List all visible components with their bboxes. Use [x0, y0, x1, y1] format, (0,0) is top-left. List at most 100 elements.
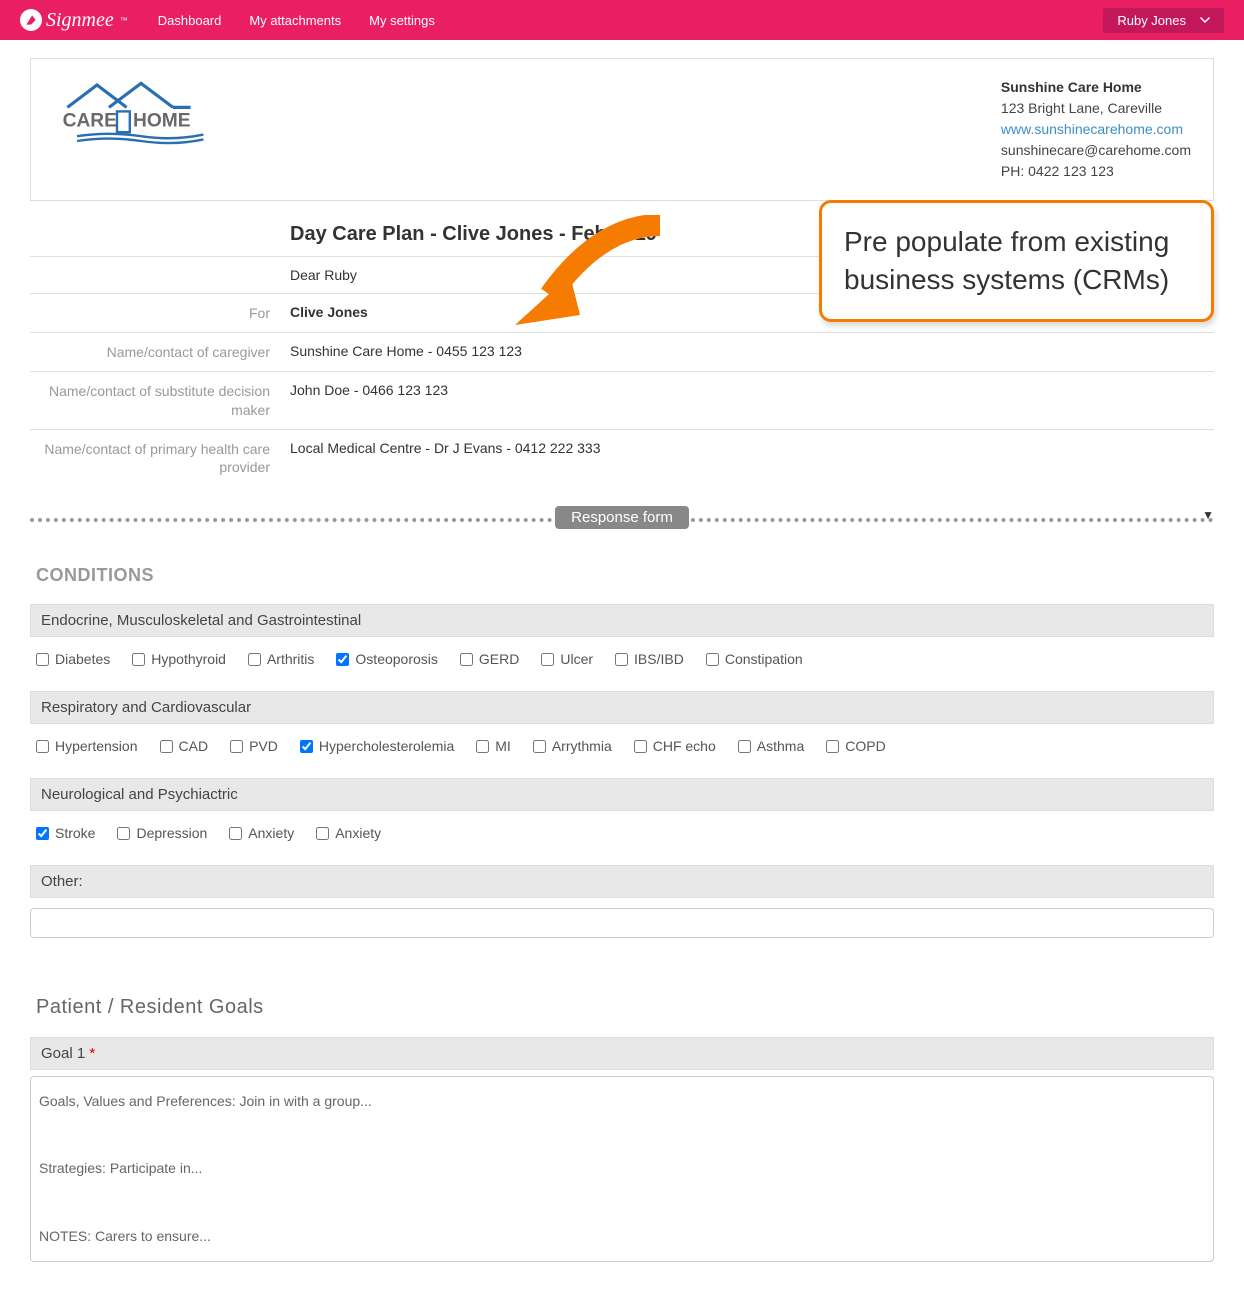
org-header-card: CARE HOME Sunshine Care Home 123 Bright … [30, 58, 1214, 201]
brand-logo: Signmee ™ [20, 9, 128, 32]
condition-label: Hypercholesterolemia [319, 738, 454, 754]
condition-item[interactable]: Hypothyroid [132, 651, 226, 667]
condition-checkbox[interactable] [533, 740, 546, 753]
required-marker: * [89, 1045, 95, 1062]
condition-row: Stroke Depression Anxiety Anxiety [30, 811, 1214, 855]
other-subsection: Other: [30, 865, 1214, 898]
condition-checkbox[interactable] [36, 827, 49, 840]
condition-label: Arrythmia [552, 738, 612, 754]
condition-checkbox[interactable] [229, 827, 242, 840]
brand-tm: ™ [120, 16, 128, 25]
condition-label: COPD [845, 738, 885, 754]
condition-item[interactable]: Ulcer [541, 651, 593, 667]
condition-item[interactable]: Diabetes [36, 651, 110, 667]
condition-checkbox[interactable] [634, 740, 647, 753]
condition-label: GERD [479, 651, 519, 667]
caregiver-label: Name/contact of caregiver [30, 343, 290, 361]
condition-label: Arthritis [267, 651, 314, 667]
condition-label: Anxiety [335, 825, 381, 841]
condition-checkbox[interactable] [160, 740, 173, 753]
condition-item[interactable]: GERD [460, 651, 519, 667]
condition-checkbox[interactable] [541, 653, 554, 666]
condition-checkbox[interactable] [230, 740, 243, 753]
condition-checkbox[interactable] [336, 653, 349, 666]
primary-label: Name/contact of primary health care prov… [30, 440, 290, 476]
condition-item[interactable]: CHF echo [634, 738, 716, 754]
condition-item[interactable]: Osteoporosis [336, 651, 437, 667]
divider-badge: Response form [555, 506, 689, 529]
goal1-textarea[interactable] [30, 1076, 1214, 1262]
nav-dashboard[interactable]: Dashboard [158, 13, 222, 28]
condition-item[interactable]: Arrythmia [533, 738, 612, 754]
substitute-row: Name/contact of substitute decision make… [30, 372, 1214, 429]
org-info: Sunshine Care Home 123 Bright Lane, Care… [1001, 77, 1191, 182]
condition-checkbox[interactable] [738, 740, 751, 753]
condition-checkbox[interactable] [300, 740, 313, 753]
condition-item[interactable]: CAD [160, 738, 209, 754]
condition-checkbox[interactable] [36, 653, 49, 666]
chevron-down-icon [1200, 13, 1210, 28]
user-name: Ruby Jones [1117, 13, 1186, 28]
condition-row: Hypertension CAD PVD Hypercholesterolemia MI… [30, 724, 1214, 768]
other-input[interactable] [30, 908, 1214, 938]
brand-mark-icon [20, 9, 42, 31]
condition-item[interactable]: Arthritis [248, 651, 314, 667]
nav-settings[interactable]: My settings [369, 13, 435, 28]
org-phone: PH: 0422 123 123 [1001, 161, 1191, 182]
condition-item[interactable]: Depression [117, 825, 207, 841]
condition-checkbox[interactable] [706, 653, 719, 666]
condition-checkbox[interactable] [117, 827, 130, 840]
condition-label: Depression [136, 825, 207, 841]
conditions-heading: CONDITIONS [36, 565, 1214, 586]
condition-item[interactable]: Stroke [36, 825, 95, 841]
response-divider: Response form ▼ [30, 506, 1214, 529]
condition-item[interactable]: Asthma [738, 738, 804, 754]
condition-item[interactable]: Hypercholesterolemia [300, 738, 454, 754]
condition-item[interactable]: Anxiety [229, 825, 294, 841]
nav-attachments[interactable]: My attachments [249, 13, 341, 28]
condition-label: CHF echo [653, 738, 716, 754]
condition-section-header: Respiratory and Cardiovascular [30, 691, 1214, 724]
condition-checkbox[interactable] [316, 827, 329, 840]
condition-checkbox[interactable] [460, 653, 473, 666]
callout-box: Pre populate from existing business syst… [819, 200, 1214, 322]
for-label: For [30, 304, 290, 322]
condition-label: Stroke [55, 825, 95, 841]
callout-arrow-icon [510, 215, 670, 358]
condition-checkbox[interactable] [615, 653, 628, 666]
condition-item[interactable]: MI [476, 738, 511, 754]
condition-label: Ulcer [560, 651, 593, 667]
condition-item[interactable]: Hypertension [36, 738, 138, 754]
condition-label: Diabetes [55, 651, 110, 667]
condition-section-header: Neurological and Psychiactric [30, 778, 1214, 811]
condition-label: Osteoporosis [355, 651, 437, 667]
condition-section-header: Endocrine, Musculoskeletal and Gastroint… [30, 604, 1214, 637]
condition-item[interactable]: Constipation [706, 651, 803, 667]
condition-checkbox[interactable] [132, 653, 145, 666]
primary-row: Name/contact of primary health care prov… [30, 430, 1214, 486]
condition-label: Hypothyroid [151, 651, 226, 667]
condition-checkbox[interactable] [826, 740, 839, 753]
topbar: Signmee ™ Dashboard My attachments My se… [0, 0, 1244, 40]
substitute-label: Name/contact of substitute decision make… [30, 382, 290, 418]
condition-checkbox[interactable] [476, 740, 489, 753]
goal1-label: Goal 1 [41, 1045, 85, 1062]
condition-item[interactable]: PVD [230, 738, 278, 754]
svg-text:HOME: HOME [133, 111, 191, 132]
org-website[interactable]: www.sunshinecarehome.com [1001, 121, 1183, 137]
caregiver-value: Sunshine Care Home - 0455 123 123 [290, 343, 1214, 361]
org-logo: CARE HOME [53, 77, 213, 182]
svg-text:CARE: CARE [63, 111, 118, 132]
condition-item[interactable]: COPD [826, 738, 885, 754]
collapse-arrow-icon[interactable]: ▼ [1202, 508, 1214, 522]
condition-item[interactable]: IBS/IBD [615, 651, 684, 667]
org-email: sunshinecare@carehome.com [1001, 140, 1191, 161]
condition-checkbox[interactable] [248, 653, 261, 666]
condition-checkbox[interactable] [36, 740, 49, 753]
condition-item[interactable]: Anxiety [316, 825, 381, 841]
substitute-value: John Doe - 0466 123 123 [290, 382, 1214, 418]
org-address: 123 Bright Lane, Careville [1001, 98, 1191, 119]
user-menu[interactable]: Ruby Jones [1103, 8, 1224, 33]
condition-label: Asthma [757, 738, 804, 754]
brand-name: Signmee [46, 9, 114, 32]
